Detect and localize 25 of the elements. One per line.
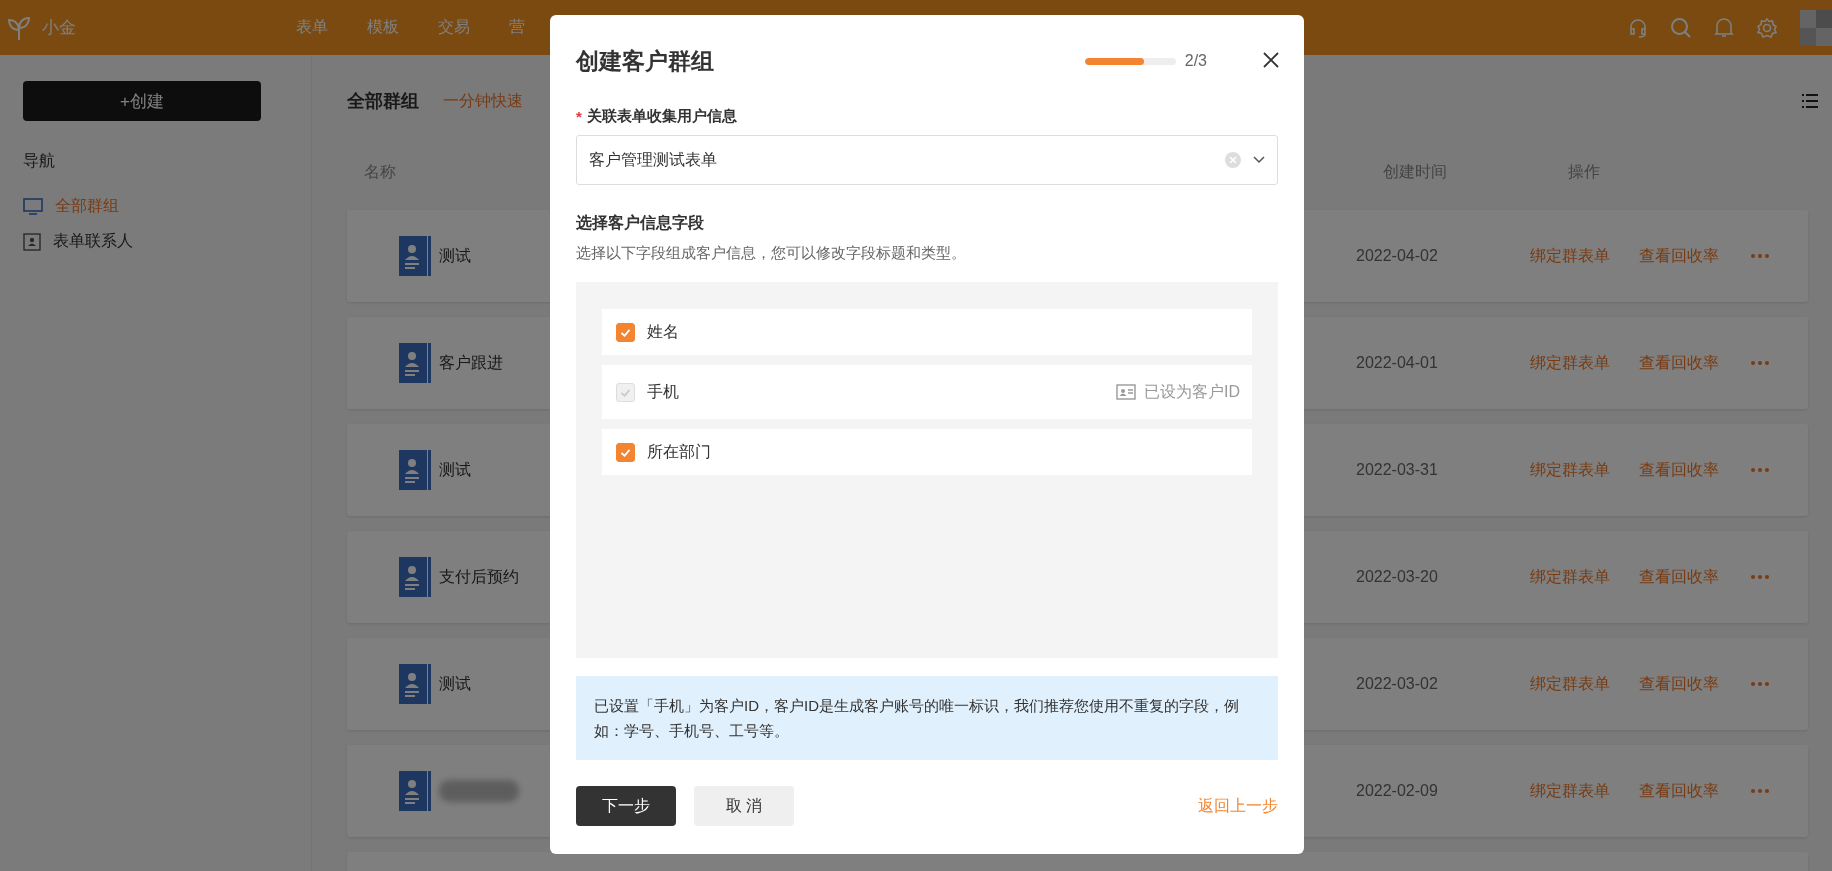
created-date: 2022-04-02 xyxy=(1356,247,1439,265)
page-title: 全部群组 xyxy=(347,90,419,113)
field-label: 关联表单收集用户信息 xyxy=(586,107,737,126)
section-title: 选择客户信息字段 xyxy=(576,213,705,233)
created-date: 2022-04-01 xyxy=(1356,354,1439,372)
nav-heading: 导航 xyxy=(23,151,56,171)
required-mark: * xyxy=(576,108,582,125)
field-name: 所在部门 xyxy=(647,441,711,462)
created-date: 2022-03-02 xyxy=(1356,675,1439,693)
created-date: 2022-03-20 xyxy=(1356,568,1439,586)
field-name: 姓名 xyxy=(647,321,679,342)
info-notice: 已设置「手机」为客户ID，客户ID是生成客户账号的唯一标识，我们推荐您使用不重复的字段，例如：学号、手机号、工号等。 xyxy=(576,676,1278,760)
group-name: 测试 xyxy=(439,673,471,694)
group-name: 支付后预约 xyxy=(439,566,519,587)
created-date: 2022-02-09 xyxy=(1356,782,1439,800)
customer-id-tag: 已设为客户ID xyxy=(1144,381,1240,403)
brand-name: 小金 xyxy=(42,17,76,39)
dialog-title: 创建客户群组 xyxy=(576,46,714,76)
field-name: 手机 xyxy=(647,381,679,402)
step-counter: 2/3 xyxy=(1184,52,1207,70)
created-date: 2022-03-31 xyxy=(1356,461,1439,479)
group-name: 测试 xyxy=(439,459,471,480)
group-name: 客户跟进 xyxy=(439,352,503,373)
group-name: 测试 xyxy=(439,245,471,266)
section-description: 选择以下字段组成客户信息，您可以修改字段标题和类型。 xyxy=(576,244,967,263)
